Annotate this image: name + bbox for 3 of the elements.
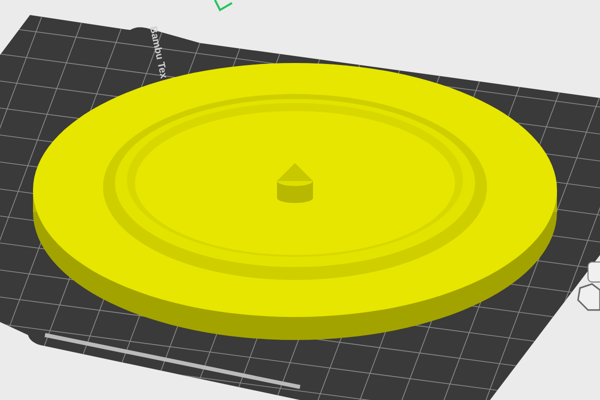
plate-label: Bambu Tex [147,25,169,80]
axis-line [214,0,232,12]
plate-tool-button[interactable] [588,262,600,282]
